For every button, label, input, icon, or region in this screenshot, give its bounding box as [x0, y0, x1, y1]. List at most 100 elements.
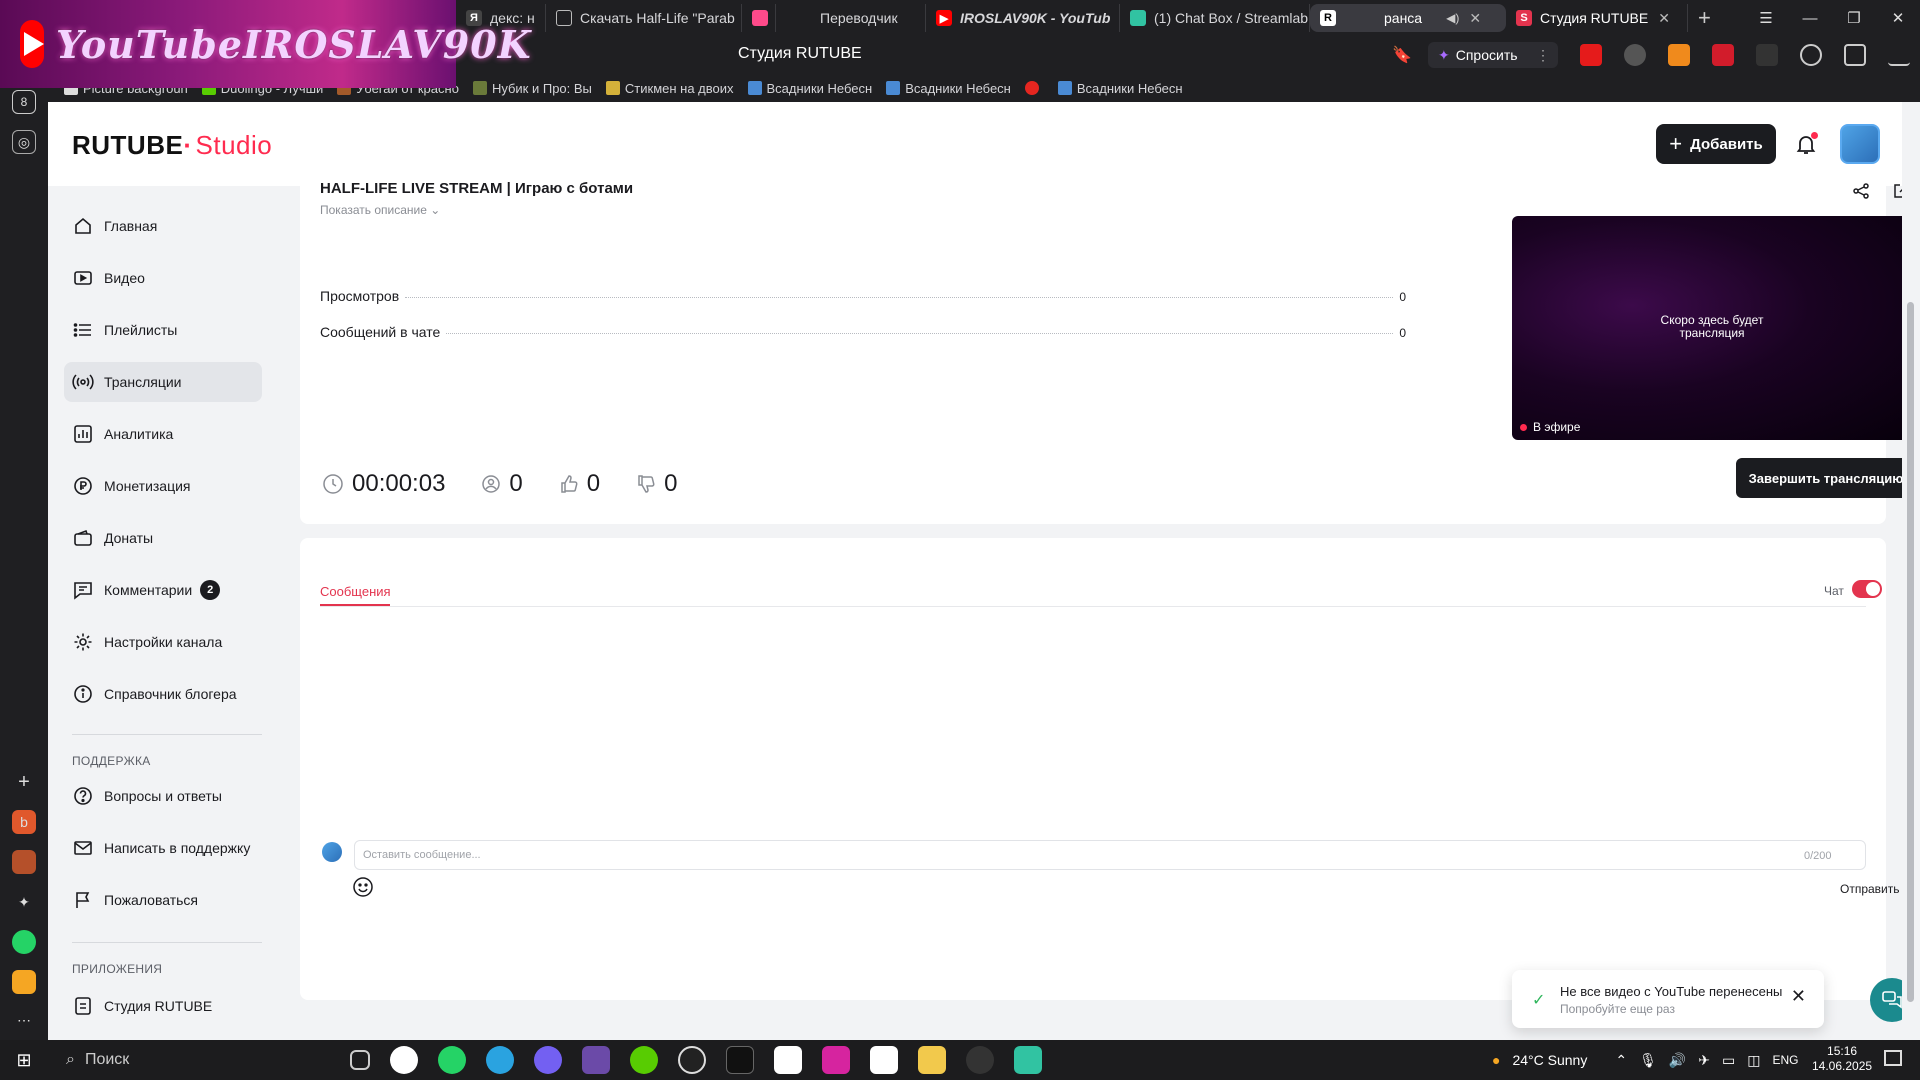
duolingo-icon[interactable]	[630, 1046, 658, 1074]
bookmark-item[interactable]: Нубик и Про: Вы	[472, 81, 592, 96]
microphone-icon[interactable]: 🎙	[1639, 1052, 1657, 1069]
nav-donations[interactable]: Донаты	[64, 518, 262, 558]
ext-play-icon[interactable]	[1800, 44, 1822, 66]
bookmark-item[interactable]: Я	[1024, 81, 1044, 95]
telegram-tray-icon[interactable]: ✈	[1698, 1052, 1710, 1069]
ext-info-icon[interactable]	[1756, 44, 1778, 66]
nav-studio-app[interactable]: Студия RUTUBE	[64, 986, 262, 1026]
add-button[interactable]: + Добавить	[1656, 124, 1776, 164]
nav-channel-settings[interactable]: Настройки канала	[64, 622, 262, 662]
capcut-icon[interactable]	[870, 1046, 898, 1074]
game-app-icon[interactable]	[12, 850, 36, 874]
page-scrollbar[interactable]	[1902, 102, 1920, 1040]
display-icon[interactable]: ▭	[1722, 1052, 1735, 1069]
more-icon[interactable]: ⋮	[1536, 47, 1550, 64]
tab-youtube[interactable]: ▶ IROSLAV90K - YouTub	[926, 4, 1120, 32]
taskbar-search[interactable]: ⌕ Поиск	[66, 1051, 326, 1069]
bookmark-item[interactable]: Стикмен на двоих	[605, 81, 734, 96]
speaker-icon[interactable]: ◀)	[1446, 11, 1459, 25]
app-dark-icon[interactable]	[726, 1046, 754, 1074]
user-avatar[interactable]	[1840, 124, 1880, 164]
mail-app-icon[interactable]	[12, 970, 36, 994]
ext-grey-icon[interactable]	[1624, 44, 1646, 66]
close-tab-icon[interactable]: ✕	[1658, 10, 1670, 27]
nav-report[interactable]: Пожаловаться	[64, 880, 262, 920]
bookmark-item[interactable]: Всадники Небесн	[1057, 81, 1183, 96]
nav-blogger-guide[interactable]: Справочник блогера	[64, 674, 262, 714]
nav-analytics[interactable]: Аналитика	[64, 414, 262, 454]
more-icon[interactable]: ⋯	[12, 1008, 36, 1032]
bumble-icon[interactable]: b	[12, 810, 36, 834]
new-tab-button[interactable]: +	[1698, 5, 1711, 31]
open-external-icon[interactable]	[1892, 182, 1902, 205]
nav-home[interactable]: Главная	[64, 206, 262, 246]
screenshot-icon[interactable]: ◎	[12, 130, 36, 154]
spark-icon[interactable]: ✦	[12, 890, 36, 914]
instagram-icon[interactable]	[822, 1046, 850, 1074]
toast-retry-link[interactable]: Попробуйте еще раз	[1560, 1002, 1675, 1016]
restore-button[interactable]: ❐	[1832, 9, 1876, 27]
file-explorer-icon[interactable]	[918, 1046, 946, 1074]
chat-message-input[interactable]	[354, 840, 1866, 870]
tab-rutube-studio[interactable]: S Студия RUTUBE ✕	[1506, 4, 1688, 32]
share-icon[interactable]	[1852, 182, 1870, 205]
volume-icon[interactable]: 🔊	[1669, 1052, 1686, 1069]
windows-start-icon[interactable]: ⊞	[0, 1050, 48, 1071]
nav-video[interactable]: Видео	[64, 258, 262, 298]
nav-comments[interactable]: Комментарии 2	[64, 570, 262, 610]
recorder-icon[interactable]	[966, 1046, 994, 1074]
stream-preview[interactable]: Скоро здесь будет трансляция В эфире	[1512, 216, 1902, 440]
tab-messages[interactable]: Сообщения	[320, 584, 391, 599]
language-indicator[interactable]: ENG	[1773, 1053, 1799, 1067]
notifications-icon[interactable]	[1884, 1050, 1902, 1066]
tab-translator[interactable]: Переводчик	[776, 4, 926, 32]
tab-streamlabs[interactable]: (1) Chat Box / Streamlab	[1120, 4, 1310, 32]
network-icon[interactable]: ◫	[1747, 1052, 1760, 1069]
taskbar-clock[interactable]: 15:16 14.06.2025	[1812, 1044, 1872, 1074]
notifications-bell-icon[interactable]	[1794, 132, 1818, 156]
telegram-icon[interactable]	[486, 1046, 514, 1074]
yandex-browser-icon[interactable]	[390, 1046, 418, 1074]
ask-button[interactable]: ✦ Спросить ⋮	[1428, 42, 1558, 68]
rutube-studio-logo[interactable]: RUTUBE· Studio	[72, 130, 272, 161]
show-description-toggle[interactable]: Показать описание ⌄	[320, 203, 440, 217]
weather-text[interactable]: 24°C Sunny	[1512, 1052, 1587, 1068]
game-icon[interactable]	[582, 1046, 610, 1074]
streamlabs-icon[interactable]	[1014, 1046, 1042, 1074]
bookmark-item[interactable]: Всадники Небесн	[747, 81, 872, 96]
tab-rutube-stream[interactable]: R ранса ◀) ✕	[1310, 4, 1506, 32]
close-window-button[interactable]: ✕	[1876, 9, 1920, 27]
download-icon[interactable]	[1888, 44, 1910, 66]
viber-icon[interactable]	[534, 1046, 562, 1074]
nav-playlists[interactable]: Плейлисты	[64, 310, 262, 350]
chevron-up-icon[interactable]: ⌃	[1615, 1052, 1627, 1069]
ext-orange-icon[interactable]	[1668, 44, 1690, 66]
scrollbar-thumb[interactable]	[1907, 302, 1914, 1002]
task-view-icon[interactable]	[350, 1050, 370, 1070]
nav-monetization[interactable]: Монетизация	[64, 466, 262, 506]
close-tab-icon[interactable]: ✕	[1469, 10, 1481, 27]
chat-toggle[interactable]	[1852, 580, 1882, 598]
ext-screenshot-icon[interactable]	[1844, 44, 1866, 66]
tab-app[interactable]	[742, 4, 776, 32]
tab-counter-icon[interactable]: 8	[12, 90, 36, 114]
whatsapp-icon[interactable]	[438, 1046, 466, 1074]
minimize-button[interactable]: —	[1788, 10, 1832, 27]
nav-broadcasts[interactable]: Трансляции	[64, 362, 262, 402]
end-stream-button[interactable]: Завершить трансляцию	[1736, 458, 1902, 498]
emoji-icon[interactable]	[352, 876, 374, 898]
nav-contact-support[interactable]: Написать в поддержку	[64, 828, 262, 868]
send-button[interactable]: Отправить	[1840, 882, 1900, 896]
tab-halflife-download[interactable]: Скачать Half-Life "Parab	[546, 4, 742, 32]
bookmark-icon[interactable]: 🔖	[1392, 45, 1412, 65]
support-chat-button[interactable]	[1870, 978, 1902, 1022]
ext-red-icon[interactable]	[1712, 44, 1734, 66]
obs-icon[interactable]	[678, 1046, 706, 1074]
bookmark-item[interactable]: Всадники Небесн	[886, 81, 1011, 96]
store-icon[interactable]	[774, 1046, 802, 1074]
nav-faq[interactable]: Вопросы и ответы	[64, 776, 262, 816]
menu-icon[interactable]: ☰	[1744, 9, 1788, 27]
youtube-ext-icon[interactable]	[1580, 44, 1602, 66]
close-icon[interactable]: ✕	[1791, 986, 1806, 1007]
add-panel-icon[interactable]: +	[12, 770, 36, 794]
